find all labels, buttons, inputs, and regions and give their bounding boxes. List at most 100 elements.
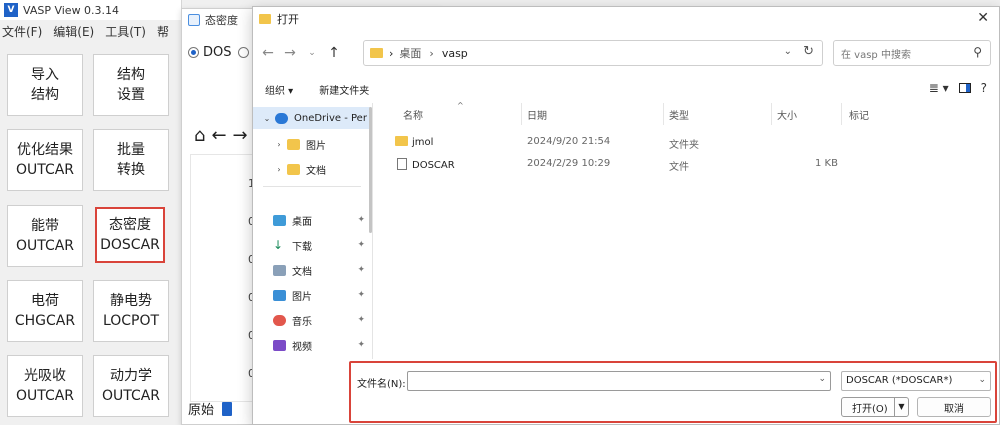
- button-line: OUTCAR: [101, 388, 161, 404]
- menu-edit[interactable]: 编辑(E): [53, 23, 94, 40]
- music-icon: [273, 314, 286, 326]
- nav-documents-onedrive[interactable]: › 文档: [265, 158, 372, 180]
- window-icon: [188, 14, 200, 26]
- pin-icon: ✦: [357, 265, 365, 275]
- button-line: 动力学: [110, 368, 152, 384]
- search-input[interactable]: 在 vasp 中搜索 ⚲: [833, 40, 991, 66]
- menu-tools[interactable]: 工具(T): [105, 23, 146, 40]
- nav-desktop[interactable]: 桌面 ✦: [273, 209, 371, 231]
- forward-arrow-icon[interactable]: →: [233, 125, 248, 146]
- cancel-button[interactable]: 取消: [917, 397, 991, 417]
- optimization-outcar-button[interactable]: 优化结果 OUTCAR: [7, 129, 83, 191]
- nav-documents[interactable]: 文档 ✦: [273, 259, 371, 281]
- nav-label: OneDrive - Per: [294, 112, 367, 124]
- smoothing-slider[interactable]: [222, 401, 233, 416]
- nav-downloads[interactable]: ↓ 下载 ✦: [273, 234, 371, 256]
- vasp-titlebar: V VASP View 0.3.14: [0, 0, 181, 20]
- file-name: jmol: [412, 137, 434, 148]
- chevron-down-icon[interactable]: ⌄: [259, 114, 275, 123]
- dynamics-outcar-button[interactable]: 动力学 OUTCAR: [93, 355, 169, 417]
- button-line: CHGCAR: [14, 313, 76, 329]
- chevron-right-icon[interactable]: ›: [271, 165, 287, 174]
- file-name-cell: jmol: [395, 136, 433, 148]
- column-divider[interactable]: [663, 103, 664, 125]
- chevron-down-icon[interactable]: ⌄: [784, 46, 792, 57]
- file-list-header: ^ 名称 日期 类型 大小 标记: [375, 101, 1000, 125]
- file-row-doscar[interactable]: DOSCAR 2024/2/29 10:29 文件 1 KB: [375, 153, 1000, 175]
- structure-settings-button[interactable]: 结构 设置: [93, 54, 169, 116]
- dos-doscar-button[interactable]: 态密度 DOSCAR: [95, 207, 165, 263]
- column-divider[interactable]: [841, 103, 842, 125]
- home-icon[interactable]: ⌂: [194, 125, 205, 146]
- nav-music[interactable]: 音乐 ✦: [273, 309, 371, 331]
- preview-pane-icon[interactable]: [958, 83, 971, 93]
- filename-input[interactable]: ⌄: [407, 371, 831, 391]
- nav-pictures-onedrive[interactable]: › 图片: [265, 133, 372, 155]
- optical-outcar-button[interactable]: 光吸收 OUTCAR: [7, 355, 83, 417]
- view-options-icon[interactable]: ≣ ▾: [929, 81, 949, 95]
- charge-chgcar-button[interactable]: 电荷 CHGCAR: [7, 280, 83, 342]
- column-divider[interactable]: [771, 103, 772, 125]
- menu-help[interactable]: 帮: [157, 23, 169, 40]
- button-line: 电荷: [31, 293, 59, 309]
- column-tags[interactable]: 标记: [849, 107, 869, 122]
- nav-label: 文档: [306, 165, 326, 177]
- nav-onedrive[interactable]: ⌄ OneDrive - Per: [253, 107, 371, 129]
- column-size[interactable]: 大小: [777, 107, 797, 122]
- column-date[interactable]: 日期: [527, 107, 547, 122]
- nav-videos[interactable]: 视频 ✦: [273, 334, 371, 356]
- filetype-select[interactable]: DOSCAR (*DOSCAR*) ⌄: [841, 371, 991, 391]
- back-arrow-icon[interactable]: ←: [211, 125, 226, 146]
- address-bar[interactable]: › 桌面 › vasp ⌄ ↻: [363, 40, 823, 66]
- dos-radio[interactable]: [188, 47, 199, 58]
- download-icon: ↓: [273, 237, 284, 252]
- nav-scrollbar[interactable]: [369, 107, 372, 233]
- command-bar: 组织 ▾ 新建文件夹 ≣ ▾ ?: [253, 77, 1000, 101]
- help-icon[interactable]: ?: [981, 81, 987, 95]
- filetype-value: DOSCAR (*DOSCAR*): [846, 375, 953, 386]
- batch-convert-button[interactable]: 批量 转换: [93, 129, 169, 191]
- column-name[interactable]: 名称: [403, 107, 423, 122]
- open-split-dropdown-icon[interactable]: ▼: [894, 398, 908, 416]
- breadcrumb-vasp[interactable]: vasp: [442, 47, 468, 60]
- up-arrow-icon[interactable]: ↑: [323, 45, 345, 61]
- button-line: 结构: [31, 87, 59, 103]
- import-structure-button[interactable]: 导入 结构: [7, 54, 83, 116]
- button-line: 设置: [117, 87, 145, 103]
- second-radio[interactable]: [237, 47, 249, 58]
- open-file-dialog: 打开 ✕ ← → ⌄ ↑ › 桌面 › vasp ⌄ ↻ 在 vasp 中搜索 …: [252, 6, 1000, 425]
- desktop-icon: [273, 214, 286, 226]
- button-line: OUTCAR: [15, 238, 75, 254]
- navigation-bar: ← → ⌄ ↑ › 桌面 › vasp ⌄ ↻ 在 vasp 中搜索 ⚲: [253, 37, 1000, 69]
- breadcrumb-desktop[interactable]: 桌面: [399, 45, 421, 61]
- button-line: OUTCAR: [15, 162, 75, 178]
- organize-menu[interactable]: 组织 ▾: [265, 82, 293, 97]
- dos-bottom-bar: 原始: [188, 399, 233, 418]
- open-button[interactable]: 打开(O) ▼: [841, 397, 909, 417]
- divider: [263, 186, 361, 187]
- recent-chevron-icon[interactable]: ⌄: [301, 48, 323, 58]
- electrostatic-locpot-button[interactable]: 静电势 LOCPOT: [93, 280, 169, 342]
- breadcrumb-separator: ›: [389, 46, 394, 60]
- nav-pictures[interactable]: 图片 ✦: [273, 284, 371, 306]
- chevron-down-icon[interactable]: ⌄: [818, 374, 826, 384]
- column-type[interactable]: 类型: [669, 107, 689, 122]
- search-icon: ⚲: [973, 45, 982, 59]
- refresh-icon[interactable]: ↻: [803, 44, 814, 59]
- menu-file[interactable]: 文件(F): [2, 23, 42, 40]
- band-outcar-button[interactable]: 能带 OUTCAR: [7, 205, 83, 267]
- forward-arrow-icon[interactable]: →: [279, 45, 301, 61]
- file-type: 文件: [669, 162, 689, 173]
- column-divider[interactable]: [521, 103, 522, 125]
- dos-radio-row: DOS: [188, 45, 253, 60]
- file-row-jmol[interactable]: jmol 2024/9/20 21:54 文件夹: [375, 131, 1000, 153]
- picture-icon: [273, 289, 286, 301]
- button-line: 光吸收: [24, 368, 66, 384]
- new-folder-button[interactable]: 新建文件夹: [319, 82, 369, 97]
- back-arrow-icon[interactable]: ←: [257, 45, 279, 61]
- nav-label: 音乐: [292, 316, 312, 328]
- video-icon: [273, 339, 286, 351]
- chevron-right-icon[interactable]: ›: [271, 140, 287, 149]
- chevron-down-icon: ⌄: [978, 375, 986, 385]
- close-icon[interactable]: ✕: [977, 10, 989, 26]
